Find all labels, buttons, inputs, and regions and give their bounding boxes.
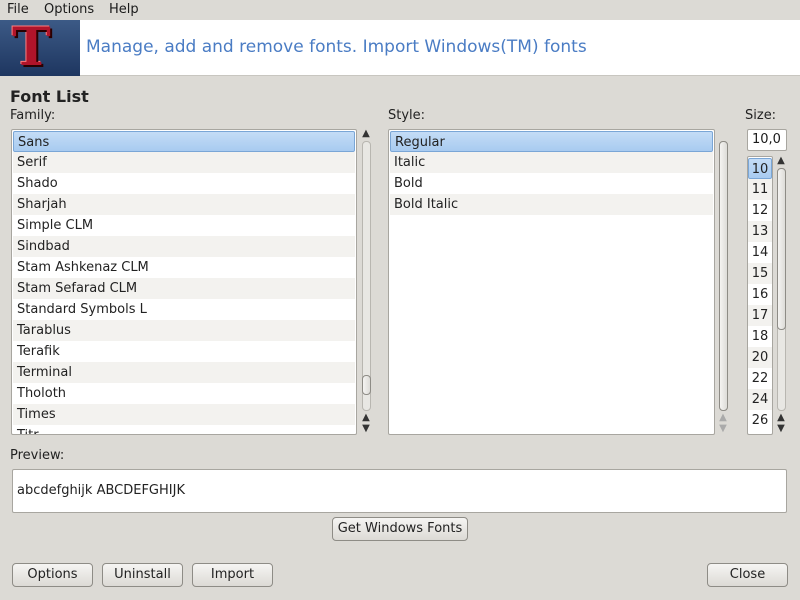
up-arrow-icon[interactable]: ▲ [775, 413, 787, 423]
size-scrollbar[interactable]: ▲ ▲ ▼ [775, 156, 789, 435]
family-scrollbar[interactable]: ▲ ▲ ▼ [360, 129, 374, 435]
size-label: Size: [745, 108, 777, 123]
family-list-item[interactable]: Standard Symbols L [13, 299, 355, 320]
family-list-item[interactable]: Sindbad [13, 236, 355, 257]
get-windows-fonts-button[interactable]: Get Windows Fonts [332, 517, 468, 541]
uninstall-button[interactable]: Uninstall [102, 563, 183, 587]
family-list-item[interactable]: Terminal [13, 362, 355, 383]
banner: T Manage, add and remove fonts. Import W… [0, 17, 800, 78]
family-list-item[interactable]: Terafik [13, 341, 355, 362]
family-scroll-trough[interactable] [362, 141, 371, 411]
family-list[interactable]: Sans Serif Shado Sharjah Simple CLM Sindbad St… [11, 129, 357, 435]
family-list-item[interactable]: Tarablus [13, 320, 355, 341]
family-label: Family: [10, 108, 56, 123]
style-scroll-thumb[interactable] [719, 141, 728, 411]
size-list-item[interactable]: 13 [748, 221, 772, 242]
down-arrow-icon[interactable]: ▼ [360, 424, 372, 434]
size-list-item[interactable]: 10 [748, 158, 772, 179]
size-list-item[interactable]: 20 [748, 347, 772, 368]
down-arrow-icon[interactable]: ▼ [717, 424, 729, 434]
family-list-item[interactable]: Titr [13, 425, 355, 434]
family-list-item[interactable]: Serif [13, 152, 355, 173]
size-list-item[interactable]: 15 [748, 263, 772, 284]
menu-file[interactable]: File [7, 2, 29, 17]
size-list-item[interactable]: 12 [748, 200, 772, 221]
up-arrow-icon[interactable]: ▲ [775, 156, 787, 166]
up-arrow-icon[interactable]: ▲ [360, 129, 372, 139]
preview-label: Preview: [10, 448, 65, 463]
family-list-item[interactable]: Stam Ashkenaz CLM [13, 257, 355, 278]
style-scrollbar[interactable]: ▲ ▼ [717, 129, 731, 435]
preview-text: abcdefghijk ABCDEFGHIJK [17, 483, 185, 498]
size-list-item[interactable]: 14 [748, 242, 772, 263]
size-scroll-thumb[interactable] [777, 168, 786, 330]
size-list-item[interactable]: 17 [748, 305, 772, 326]
style-label: Style: [388, 108, 426, 123]
family-list-item[interactable]: Sans [13, 131, 355, 152]
font-list-title: Font List [10, 87, 89, 106]
size-list-item[interactable]: 24 [748, 389, 772, 410]
import-button[interactable]: Import [192, 563, 273, 587]
close-button[interactable]: Close [707, 563, 788, 587]
family-list-item[interactable]: Tholoth [13, 383, 355, 404]
family-list-item[interactable]: Stam Sefarad CLM [13, 278, 355, 299]
size-list-item[interactable]: 11 [748, 179, 772, 200]
family-list-item[interactable]: Times [13, 404, 355, 425]
family-list-item[interactable]: Shado [13, 173, 355, 194]
menubar: File Options Help [0, 0, 800, 20]
banner-title: Manage, add and remove fonts. Import Win… [86, 37, 587, 57]
size-entry[interactable]: 10,0 [747, 129, 787, 151]
style-list-item[interactable]: Bold Italic [390, 194, 713, 215]
size-list-item[interactable]: 26 [748, 410, 772, 431]
down-arrow-icon[interactable]: ▼ [775, 424, 787, 434]
size-list-item[interactable]: 22 [748, 368, 772, 389]
style-list-item[interactable]: Italic [390, 152, 713, 173]
family-list-item[interactable]: Simple CLM [13, 215, 355, 236]
menu-help[interactable]: Help [109, 2, 139, 17]
size-list-item[interactable]: 18 [748, 326, 772, 347]
size-list-item[interactable]: 16 [748, 284, 772, 305]
preview-box: abcdefghijk ABCDEFGHIJK [12, 469, 787, 513]
app-logo: T [0, 17, 80, 78]
menu-options[interactable]: Options [44, 2, 94, 17]
style-list-item[interactable]: Regular [390, 131, 713, 152]
options-button[interactable]: Options [12, 563, 93, 587]
style-list[interactable]: Regular Italic Bold Bold Italic [388, 129, 715, 435]
style-list-item[interactable]: Bold [390, 173, 713, 194]
family-list-item[interactable]: Sharjah [13, 194, 355, 215]
size-list[interactable]: 10 11 12 13 14 15 16 17 18 20 22 24 26 [747, 156, 773, 435]
up-arrow-icon[interactable]: ▲ [717, 413, 729, 423]
up-arrow-icon[interactable]: ▲ [360, 413, 372, 423]
logo-letter: T [12, 17, 51, 78]
family-scroll-thumb[interactable] [362, 375, 371, 395]
